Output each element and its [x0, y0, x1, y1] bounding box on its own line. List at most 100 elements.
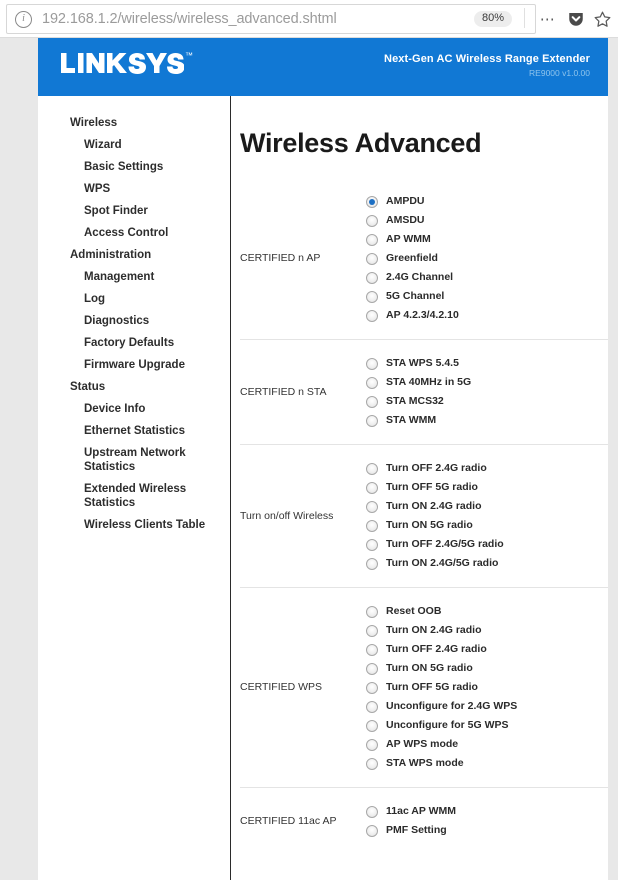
linksys-logo[interactable]: ™ [60, 51, 193, 77]
radio-option[interactable]: Turn ON 5G radio [366, 659, 608, 678]
radio-option[interactable]: AP 4.2.3/4.2.10 [366, 306, 608, 325]
radio-option[interactable]: Turn ON 2.4G radio [366, 497, 608, 516]
sidebar-group-administration[interactable]: Administration [38, 244, 230, 266]
radio-option[interactable]: Turn ON 5G radio [366, 516, 608, 535]
radio-button-icon[interactable] [366, 643, 378, 656]
radio-button-icon[interactable] [366, 271, 378, 284]
radio-option[interactable]: Unconfigure for 2.4G WPS [366, 697, 608, 716]
radio-option-label: STA 40MHz in 5G [386, 376, 472, 389]
radio-option[interactable]: Turn OFF 2.4G radio [366, 640, 608, 659]
sidebar-group-status[interactable]: Status [38, 376, 230, 398]
radio-option-label: STA WPS 5.4.5 [386, 357, 459, 370]
radio-option[interactable]: AP WPS mode [366, 735, 608, 754]
radio-button-icon[interactable] [366, 824, 378, 837]
radio-button-icon[interactable] [366, 538, 378, 551]
bookmark-star-icon[interactable] [591, 8, 613, 30]
radio-button-icon[interactable] [366, 519, 378, 532]
radio-button-icon[interactable] [366, 481, 378, 494]
pocket-icon[interactable] [565, 8, 587, 30]
radio-button-icon[interactable] [366, 252, 378, 265]
radio-button-icon[interactable] [366, 376, 378, 389]
sidebar-item-basic-settings[interactable]: Basic Settings [38, 156, 230, 178]
wireless-advanced-form: CERTIFIED n AP AMPDU AMSDU AP WMM Greenfield… [231, 178, 608, 854]
sidebar-item-wizard[interactable]: Wizard [38, 134, 230, 156]
radio-option-list: Reset OOB Turn ON 2.4G radio Turn OFF 2.4G… [366, 602, 608, 773]
sidebar-item-diagnostics[interactable]: Diagnostics [38, 310, 230, 332]
radio-button-icon[interactable] [366, 214, 378, 227]
radio-option[interactable]: 11ac AP WMM [366, 802, 608, 821]
url-text: 192.168.1.2/wireless/wireless_advanced.s… [42, 11, 337, 27]
site-info-icon[interactable]: i [15, 10, 32, 28]
radio-option[interactable]: PMF Setting [366, 821, 608, 840]
sidebar-item-spot-finder[interactable]: Spot Finder [38, 200, 230, 222]
radio-button-icon[interactable] [366, 500, 378, 513]
radio-option-label: PMF Setting [386, 824, 447, 837]
radio-button-icon[interactable] [366, 700, 378, 713]
sidebar-item-factory-defaults[interactable]: Factory Defaults [38, 332, 230, 354]
radio-option-label: Turn OFF 5G radio [386, 681, 478, 694]
radio-button-icon[interactable] [366, 738, 378, 751]
sidebar-item-firmware-upgrade[interactable]: Firmware Upgrade [38, 354, 230, 376]
sidebar-group-wireless[interactable]: Wireless [38, 112, 230, 134]
radio-option-label: AMSDU [386, 214, 425, 227]
radio-button-icon[interactable] [366, 605, 378, 618]
sidebar-item-wps[interactable]: WPS [38, 178, 230, 200]
radio-option[interactable]: AP WMM [366, 230, 608, 249]
radio-option-label: STA WMM [386, 414, 437, 427]
sidebar-item-device-info[interactable]: Device Info [38, 398, 230, 420]
zoom-level-badge[interactable]: 80% [474, 11, 513, 27]
radio-option[interactable]: STA WPS 5.4.5 [366, 354, 608, 373]
sidebar-item-management[interactable]: Management [38, 266, 230, 288]
sidebar-item-wireless-clients-table[interactable]: Wireless Clients Table [38, 514, 230, 536]
radio-option[interactable]: Greenfield [366, 249, 608, 268]
radio-button-icon[interactable] [366, 414, 378, 427]
sidebar-item-ethernet-statistics[interactable]: Ethernet Statistics [38, 420, 230, 442]
radio-button-icon[interactable] [366, 357, 378, 370]
radio-button-icon[interactable] [366, 309, 378, 322]
product-title: Next-Gen AC Wireless Range Extender [384, 53, 590, 65]
radio-option[interactable]: 5G Channel [366, 287, 608, 306]
radio-option[interactable]: AMSDU [366, 211, 608, 230]
radio-option[interactable]: Turn ON 2.4G radio [366, 621, 608, 640]
radio-option-label: AP WMM [386, 233, 431, 246]
radio-button-icon[interactable] [366, 290, 378, 303]
radio-option[interactable]: AMPDU [366, 192, 608, 211]
radio-button-selected-icon[interactable] [366, 195, 378, 208]
radio-button-icon[interactable] [366, 395, 378, 408]
trademark-symbol: ™ [185, 51, 193, 60]
radio-button-icon[interactable] [366, 557, 378, 570]
sidebar-item-upstream-network-statistics[interactable]: Upstream Network Statistics [38, 442, 230, 478]
radio-option[interactable]: Turn OFF 2.4G radio [366, 459, 608, 478]
radio-option[interactable]: Unconfigure for 5G WPS [366, 716, 608, 735]
option-group-label: CERTIFIED WPS [240, 681, 323, 694]
radio-option-label: Turn OFF 5G radio [386, 481, 478, 494]
router-admin-page: ™ Next-Gen AC Wireless Range Extender RE… [38, 38, 608, 880]
radio-option[interactable]: STA 40MHz in 5G [366, 373, 608, 392]
more-options-icon[interactable]: ⋯ [537, 8, 559, 30]
radio-button-icon[interactable] [366, 681, 378, 694]
sidebar-item-extended-wireless-statistics[interactable]: Extended Wireless Statistics [38, 478, 230, 514]
radio-button-icon[interactable] [366, 462, 378, 475]
radio-button-icon[interactable] [366, 757, 378, 770]
radio-option[interactable]: STA WMM [366, 411, 608, 430]
address-bar[interactable]: i 192.168.1.2/wireless/wireless_advanced… [6, 4, 536, 34]
radio-button-icon[interactable] [366, 662, 378, 675]
radio-button-icon[interactable] [366, 233, 378, 246]
sidebar-item-log[interactable]: Log [38, 288, 230, 310]
radio-option-label: Unconfigure for 5G WPS [386, 719, 509, 732]
radio-option[interactable]: STA MCS32 [366, 392, 608, 411]
radio-option[interactable]: Turn OFF 5G radio [366, 478, 608, 497]
radio-option-label: Unconfigure for 2.4G WPS [386, 700, 518, 713]
radio-option[interactable]: Turn OFF 5G radio [366, 678, 608, 697]
radio-option-label: AP 4.2.3/4.2.10 [386, 309, 459, 322]
radio-button-icon[interactable] [366, 624, 378, 637]
sidebar-item-access-control[interactable]: Access Control [38, 222, 230, 244]
radio-option[interactable]: Turn ON 2.4G/5G radio [366, 554, 608, 573]
radio-button-icon[interactable] [366, 805, 378, 818]
radio-option[interactable]: Reset OOB [366, 602, 608, 621]
radio-option[interactable]: STA WPS mode [366, 754, 608, 773]
option-group-label: CERTIFIED 11ac AP [240, 814, 337, 827]
radio-button-icon[interactable] [366, 719, 378, 732]
radio-option[interactable]: Turn OFF 2.4G/5G radio [366, 535, 608, 554]
radio-option[interactable]: 2.4G Channel [366, 268, 608, 287]
